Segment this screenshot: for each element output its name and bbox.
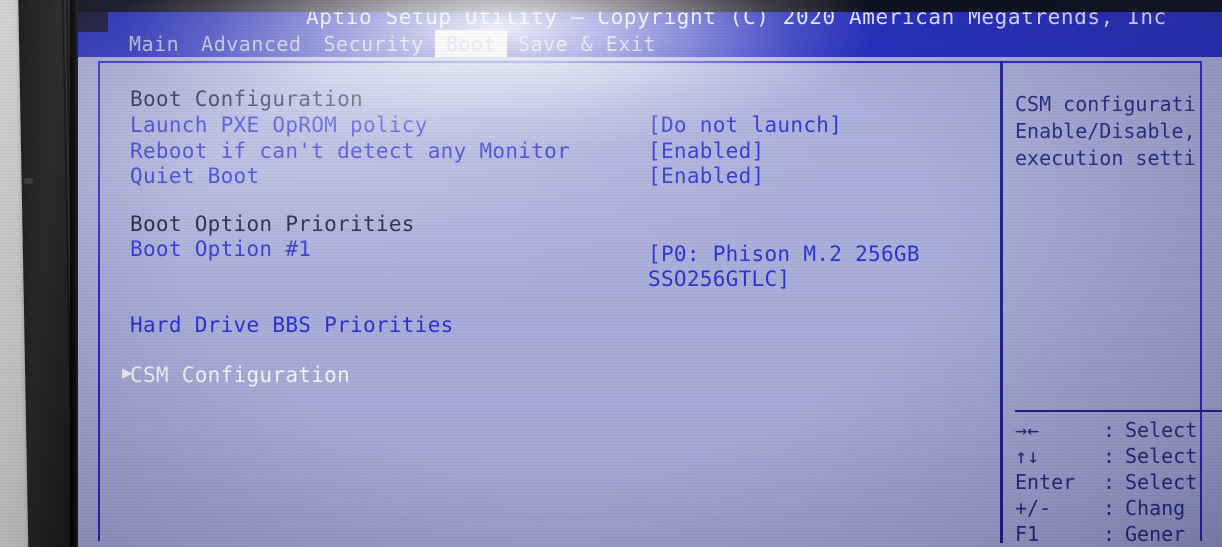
- setting-label-boot-option-1[interactable]: Boot Option #1: [130, 237, 311, 261]
- key-description: Select: [1125, 418, 1198, 442]
- key-legend-row: +/- : Chang: [1015, 496, 1222, 522]
- submenu-triangle-icon: ▶: [122, 363, 133, 383]
- bios-screen: Aptio Setup Utility – Copyright (C) 2020…: [78, 0, 1222, 547]
- tab-save-and-exit[interactable]: Save & Exit: [507, 30, 667, 59]
- title-bar-left-shadow: [78, 10, 108, 32]
- key-separator: :: [1103, 444, 1116, 468]
- tab-advanced[interactable]: Advanced: [190, 30, 312, 59]
- setting-value-boot-option-1-line2[interactable]: SSO256GTLC]: [648, 267, 790, 291]
- tab-boot[interactable]: Boot: [434, 30, 507, 59]
- pane-divider: [1000, 61, 1003, 543]
- setting-label-quiet-boot[interactable]: Quiet Boot: [130, 164, 259, 188]
- key-legend: →← : Select ↑↓ : Select Enter : Select +…: [1015, 418, 1222, 547]
- section-heading-boot-configuration: Boot Configuration: [130, 87, 363, 111]
- key-legend-row: →← : Select: [1015, 418, 1222, 444]
- setting-value-boot-option-1-line1[interactable]: [P0: Phison M.2 256GB: [648, 242, 920, 266]
- menu-link-hard-drive-bbs-priorities[interactable]: Hard Drive BBS Priorities: [130, 313, 454, 337]
- key-separator: :: [1103, 470, 1116, 494]
- setting-label-reboot-if-no-monitor[interactable]: Reboot if can't detect any Monitor: [130, 139, 570, 163]
- bezel-hinge-dot: [24, 178, 33, 184]
- tab-security[interactable]: Security: [313, 30, 435, 59]
- bios-body: Boot Configuration Launch PXE OpROM poli…: [78, 57, 1222, 547]
- key-enter: Enter: [1015, 470, 1076, 494]
- bios-title-bar: Aptio Setup Utility – Copyright (C) 2020…: [78, 0, 1222, 32]
- menu-link-csm-configuration-label: CSM Configuration: [130, 363, 351, 387]
- setting-value-reboot-if-no-monitor[interactable]: [Enabled]: [648, 139, 765, 163]
- key-f1: F1: [1015, 522, 1040, 546]
- help-separator: [1015, 410, 1222, 412]
- tab-main[interactable]: Main: [118, 30, 190, 59]
- key-separator: :: [1103, 496, 1116, 520]
- key-legend-row: ↑↓ : Select: [1015, 444, 1222, 470]
- help-text: CSM configurati Enable/Disable, executio…: [1015, 91, 1222, 172]
- settings-pane: Boot Configuration Launch PXE OpROM poli…: [100, 63, 1000, 541]
- setting-value-launch-pxe-oprom-policy[interactable]: [Do not launch]: [648, 113, 842, 137]
- photo-of-laptop-screen: Aptio Setup Utility – Copyright (C) 2020…: [0, 0, 1222, 547]
- help-pane: CSM configurati Enable/Disable, executio…: [1005, 63, 1222, 546]
- key-description: Gener: [1125, 522, 1186, 546]
- setting-label-launch-pxe-oprom-policy[interactable]: Launch PXE OpROM policy: [130, 113, 428, 137]
- setting-value-quiet-boot[interactable]: [Enabled]: [648, 164, 765, 188]
- key-separator: :: [1103, 522, 1116, 546]
- title-bar-top-shadow: [78, 0, 1222, 12]
- menu-link-csm-configuration[interactable]: ▶ CSM Configuration: [122, 363, 351, 387]
- key-description: Chang: [1125, 496, 1186, 520]
- key-plus-minus: +/-: [1015, 496, 1052, 520]
- key-legend-row: F1 : Gener: [1015, 522, 1222, 547]
- help-line-2: Enable/Disable,: [1015, 119, 1196, 143]
- help-line-3: execution setti: [1015, 146, 1196, 170]
- help-line-1: CSM configurati: [1015, 92, 1196, 116]
- key-separator: :: [1103, 418, 1116, 442]
- key-description: Select: [1125, 470, 1198, 494]
- key-left-right-arrows-icon: →←: [1015, 418, 1040, 442]
- key-up-down-arrows-icon: ↑↓: [1015, 444, 1040, 468]
- key-legend-row: Enter : Select: [1015, 470, 1222, 496]
- key-description: Select: [1125, 444, 1198, 468]
- menu-tabs: Main Advanced Security Boot Save & Exit: [118, 30, 667, 59]
- section-heading-boot-option-priorities: Boot Option Priorities: [130, 212, 415, 236]
